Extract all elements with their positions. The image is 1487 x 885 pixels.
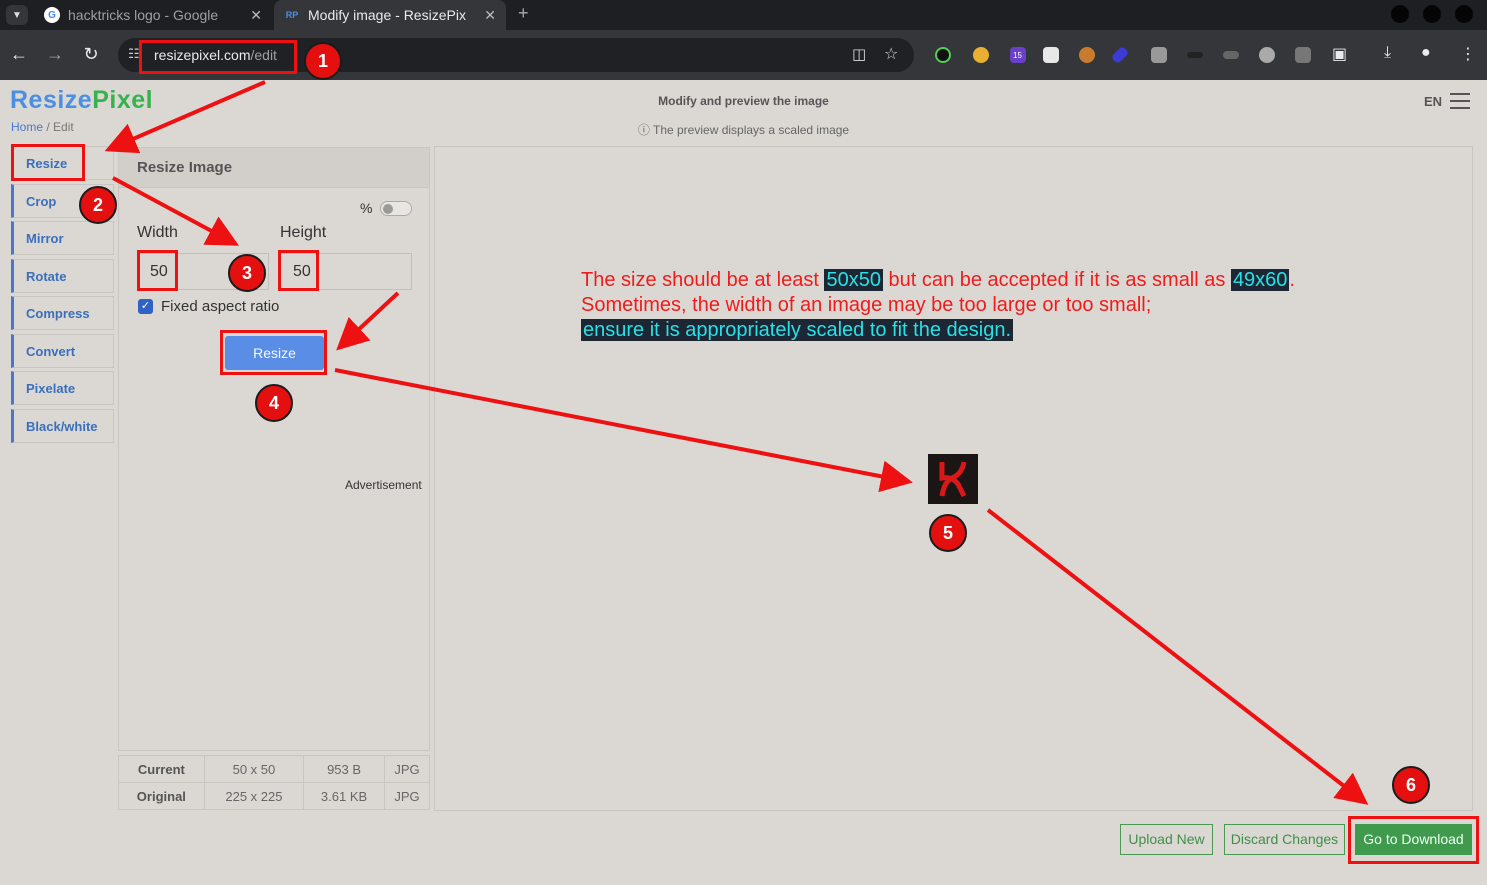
step-badge-2: 2 <box>79 186 117 224</box>
arrow-4 <box>334 368 913 493</box>
step-badge-3: 3 <box>228 254 266 292</box>
arrow-3 <box>336 291 400 351</box>
step-badge-6: 6 <box>1392 766 1430 804</box>
annotation-arrows <box>104 80 1369 805</box>
step-badge-5: 5 <box>929 514 967 552</box>
arrow-2 <box>112 176 240 246</box>
step-badge-1: 1 <box>304 42 342 80</box>
arrow-1 <box>104 80 266 154</box>
arrow-5 <box>986 508 1369 805</box>
step-badge-4: 4 <box>255 384 293 422</box>
